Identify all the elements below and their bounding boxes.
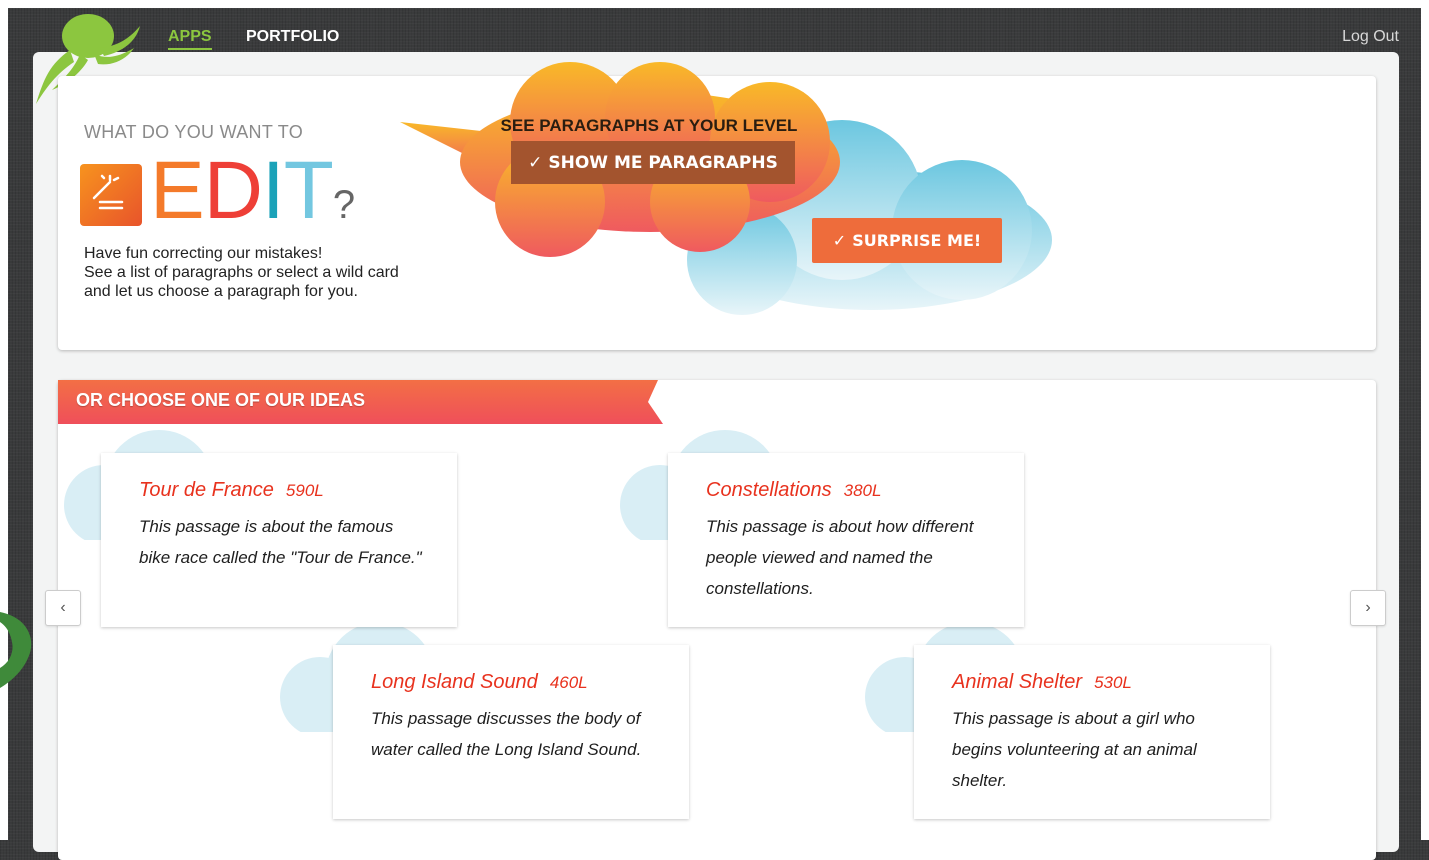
- decorative-green-blob: [0, 612, 32, 688]
- idea-title-text: Constellations: [706, 479, 832, 501]
- magic-wand-icon: [80, 164, 142, 226]
- idea-title-text: Tour de France: [139, 479, 274, 501]
- logout-link[interactable]: Log Out: [1342, 28, 1399, 46]
- show-paragraphs-button[interactable]: ✓ SHOW ME PARAGRAPHS: [511, 141, 795, 184]
- hero-desc-line: See a list of paragraphs or select a wil…: [84, 264, 399, 281]
- edit-question-mark: ?: [332, 183, 355, 227]
- idea-title-text: Animal Shelter: [952, 671, 1083, 693]
- ideas-heading: OR CHOOSE ONE OF OUR IDEAS: [76, 390, 366, 410]
- idea-card-title[interactable]: Constellations 380L: [706, 479, 881, 502]
- idea-lexile-level: 460L: [549, 673, 588, 692]
- idea-card-description: This passage is about a girl who begins …: [952, 709, 1197, 790]
- hero-eyebrow: WHAT DO YOU WANT TO: [84, 122, 304, 142]
- window-frame-top: [0, 0, 1429, 8]
- idea-lexile-level: 590L: [285, 481, 324, 500]
- idea-card-tour-de-france[interactable]: Tour de France 590L This passage is about…: [101, 453, 457, 627]
- edit-letter-d: D: [203, 145, 263, 236]
- idea-card-title[interactable]: Long Island Sound 460L: [371, 671, 588, 694]
- carousel-next-button[interactable]: ›: [1350, 590, 1386, 626]
- idea-card-long-island-sound[interactable]: Long Island Sound 460L This passage discu…: [333, 645, 689, 819]
- idea-lexile-level: 380L: [843, 481, 882, 500]
- carousel-prev-button[interactable]: ‹: [45, 590, 81, 626]
- show-paragraphs-label: SHOW ME PARAGRAPHS: [548, 152, 778, 173]
- window-frame-right: [1421, 0, 1429, 840]
- top-nav: APPS PORTFOLIO Log Out: [0, 8, 1429, 52]
- idea-card-description: This passage is about the famous bike ra…: [139, 517, 422, 567]
- edit-letter-i: I: [261, 145, 285, 236]
- hero-desc-line: and let us choose a paragraph for you.: [84, 283, 358, 300]
- edit-letter-e: E: [150, 145, 205, 236]
- idea-card-title[interactable]: Tour de France 590L: [139, 479, 324, 502]
- cloud-heading: SEE PARAGRAPHS AT YOUR LEVEL: [500, 116, 798, 135]
- idea-title-text: Long Island Sound: [371, 671, 538, 693]
- idea-card-title[interactable]: Animal Shelter 530L: [952, 671, 1132, 694]
- surprise-me-label: SURPRISE ME!: [852, 231, 982, 250]
- edit-letter-t: T: [283, 145, 334, 236]
- nav-apps-link[interactable]: APPS: [168, 28, 212, 50]
- idea-card-constellations[interactable]: Constellations 380L This passage is about…: [668, 453, 1024, 627]
- idea-card-description: This passage is about how different peop…: [706, 517, 974, 598]
- idea-card-description: This passage discusses the body of water…: [371, 709, 642, 759]
- idea-card-animal-shelter[interactable]: Animal Shelter 530L This passage is about…: [914, 645, 1270, 819]
- check-icon: ✓: [832, 231, 847, 250]
- window-frame-left: [0, 0, 8, 840]
- surprise-me-button[interactable]: ✓ SURPRISE ME!: [812, 218, 1002, 263]
- chevron-left-icon: ‹: [60, 599, 66, 616]
- edit-title: EDIT?: [150, 145, 355, 246]
- idea-lexile-level: 530L: [1094, 673, 1132, 692]
- check-icon: ✓: [528, 152, 543, 173]
- chevron-right-icon: ›: [1365, 599, 1371, 616]
- nav-portfolio-link[interactable]: PORTFOLIO: [246, 28, 339, 46]
